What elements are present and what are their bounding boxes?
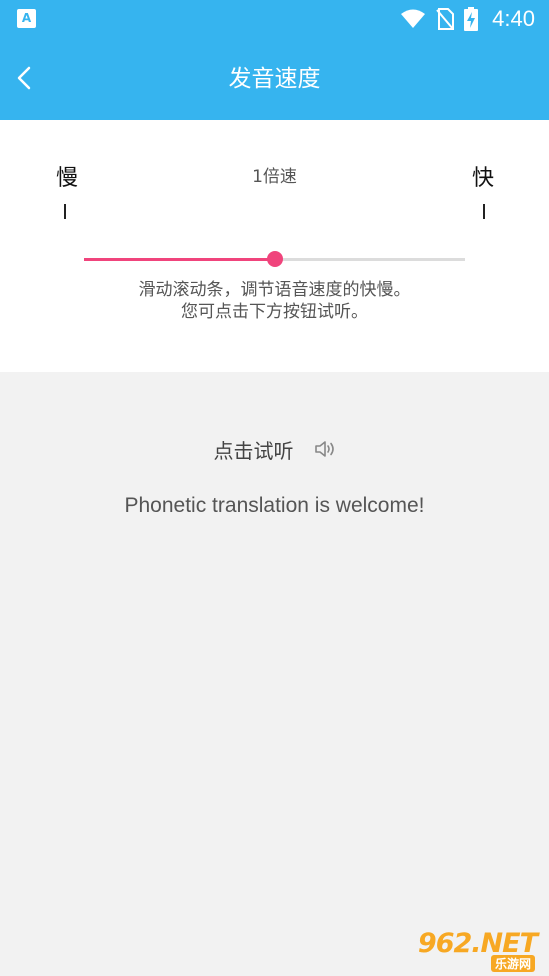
try-listen-button[interactable]: 点击试听 bbox=[0, 434, 549, 464]
speed-value-label: 1倍速 bbox=[252, 167, 297, 187]
no-sim-icon bbox=[436, 8, 455, 30]
fast-label: 快 bbox=[472, 166, 495, 191]
app-bar: 发音速度 bbox=[0, 38, 549, 120]
battery-charging-icon bbox=[464, 7, 479, 31]
status-bar: A 4:40 bbox=[0, 0, 549, 38]
sample-text: Phonetic translation is welcome! bbox=[124, 494, 425, 517]
watermark-sub: 乐游网 bbox=[490, 955, 535, 972]
slider-fill bbox=[84, 258, 275, 261]
speaker-icon bbox=[314, 441, 334, 457]
speed-slider[interactable] bbox=[84, 251, 465, 267]
back-button[interactable] bbox=[6, 58, 46, 98]
slider-thumb[interactable] bbox=[266, 251, 283, 267]
try-listen-label: 点击试听 bbox=[213, 438, 294, 463]
site-watermark: 962.NET 乐游网 bbox=[405, 928, 541, 972]
slow-tick-mark bbox=[64, 204, 66, 219]
status-time: 4:40 bbox=[492, 6, 535, 31]
page-title: 发音速度 bbox=[228, 66, 321, 92]
wifi-icon bbox=[401, 9, 426, 28]
speed-control-panel: 慢 1倍速 快 滑动滚动条，调节语音速度的快慢。 您可点击下方按钮试听。 bbox=[0, 120, 549, 372]
app-notification-icon: A bbox=[17, 9, 36, 28]
chevron-left-icon bbox=[17, 66, 31, 90]
status-icons: 4:40 bbox=[400, 6, 535, 31]
hint-text-line-2: 您可点击下方按钮试听。 bbox=[181, 302, 368, 322]
fast-tick-mark bbox=[483, 204, 485, 219]
